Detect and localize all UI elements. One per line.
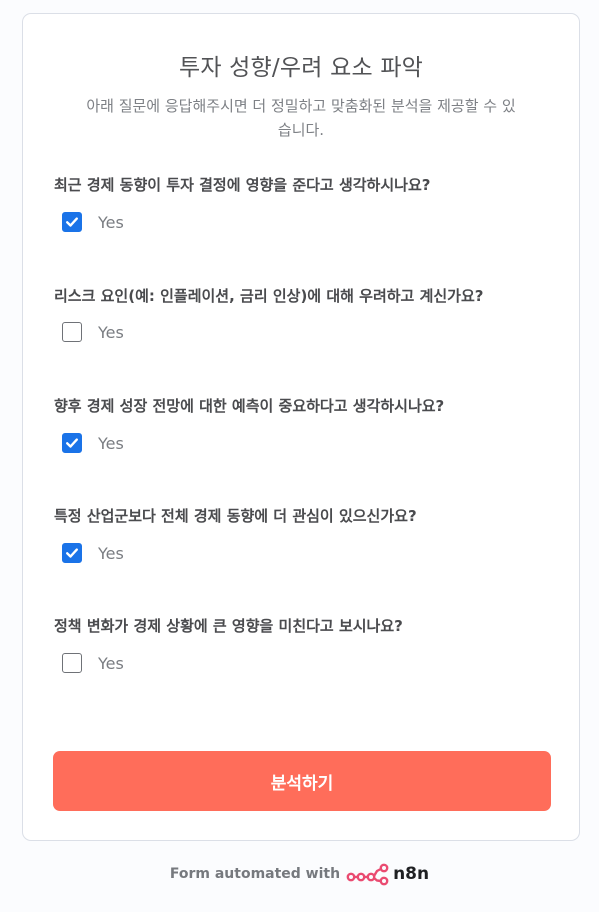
checkmark-icon	[66, 217, 78, 227]
question-label: 정책 변화가 경제 상황에 큰 영향을 미친다고 보시나요?	[54, 617, 403, 635]
option-label: Yes	[98, 543, 124, 563]
checkmark-icon	[66, 438, 78, 448]
option-label: Yes	[98, 212, 124, 232]
form-title: 투자 성향/우려 요소 파악	[178, 55, 424, 81]
footer-text: Form automated with	[169, 866, 341, 882]
form-subtitle: 아래 질문에 응답해주시면 더 정밀하고 맞춤화된 분석을 제공할 수 있습니다…	[86, 97, 516, 139]
checkmark-icon	[66, 548, 78, 558]
question-option[interactable]: Yes	[62, 652, 124, 674]
option-label: Yes	[98, 653, 124, 673]
option-label: Yes	[98, 322, 124, 342]
n8n-logo-icon	[346, 863, 389, 886]
checkbox[interactable]	[62, 543, 82, 563]
footer: Form automated with n8n	[0, 860, 599, 888]
question-label: 향후 경제 성장 전망에 대한 예측이 중요하다고 생각하시나요?	[54, 397, 445, 415]
option-label: Yes	[98, 433, 124, 453]
submit-button[interactable]: 분석하기	[53, 751, 551, 811]
question-label: 최근 경제 동향이 투자 결정에 영향을 준다고 생각하시나요?	[54, 176, 431, 194]
checkbox[interactable]	[62, 322, 82, 342]
question-label: 특정 산업군보다 전체 경제 동향에 더 관심이 있으신가요?	[54, 507, 417, 525]
logo-text: n8n	[393, 864, 430, 884]
question-option[interactable]: Yes	[62, 542, 124, 564]
checkbox[interactable]	[62, 433, 82, 453]
checkbox[interactable]	[62, 212, 82, 232]
question-option[interactable]: Yes	[62, 432, 124, 454]
question-label: 리스크 요인(예: 인플레이션, 금리 인상)에 대해 우려하고 계신가요?	[54, 287, 484, 305]
question-option[interactable]: Yes	[62, 211, 124, 233]
checkbox[interactable]	[62, 653, 82, 673]
n8n-logo[interactable]: n8n	[346, 862, 429, 886]
form-card: 투자 성향/우려 요소 파악 아래 질문에 응답해주시면 더 정밀하고 맞춤화된…	[22, 13, 580, 841]
question-option[interactable]: Yes	[62, 321, 124, 343]
